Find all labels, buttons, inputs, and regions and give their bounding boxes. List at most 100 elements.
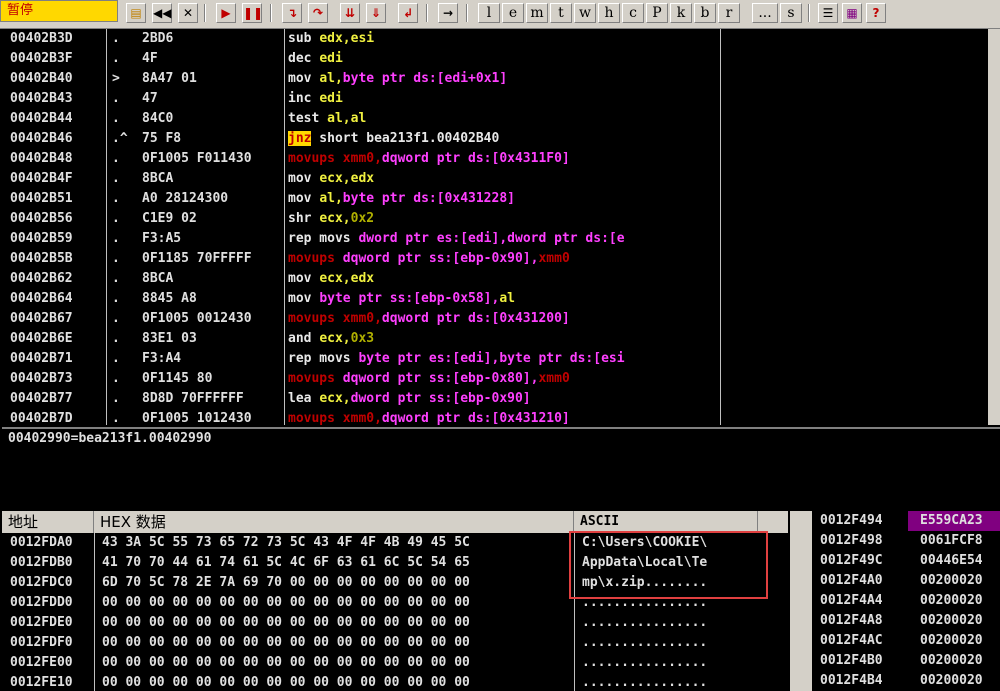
disasm-row[interactable]: 00402B3F. 4F dec edi xyxy=(2,49,987,69)
windows-button[interactable]: w xyxy=(574,3,596,23)
disasm-row[interactable]: 00402B64. 8845 A8 mov byte ptr ss:[ebp-0x5… xyxy=(2,289,987,309)
disasm-hex-bytes: 8BCA xyxy=(142,271,174,286)
disasm-row[interactable]: 00402B7D. 0F1005 1012430 movups xmm0,dqwor… xyxy=(2,409,987,425)
disasm-address: 00402B73 xyxy=(10,371,73,386)
instruction-token: mov xyxy=(288,71,320,86)
disasm-row[interactable]: 00402B73. 0F1145 80 movups dqword ptr ss:[… xyxy=(2,369,987,389)
stack-value: 0061FCF8 xyxy=(920,533,983,548)
breakpoints-button[interactable]: b xyxy=(694,3,716,23)
disasm-jump-marker: . xyxy=(112,211,120,226)
instruction-token: byte ptr ss:[ebp-0x58], xyxy=(319,291,500,306)
disasm-row[interactable]: 00402B67. 0F1005 0012430 movups xmm0,dqwor… xyxy=(2,309,987,329)
disasm-row[interactable]: 00402B62. 8BCA mov ecx,edx xyxy=(2,269,987,289)
stack-row[interactable]: 0012F4A4 00200020 xyxy=(812,591,1000,611)
call-stack-button[interactable]: k xyxy=(670,3,692,23)
disasm-hex-bytes: F3:A4 xyxy=(142,351,182,366)
memory-map-button[interactable]: m xyxy=(526,3,548,23)
dump-scrollbar[interactable] xyxy=(790,511,812,691)
toolbar-separator xyxy=(270,4,272,22)
disasm-row[interactable]: 00402B77. 8D8D 70FFFFFF lea ecx,dword ptr … xyxy=(2,389,987,409)
address-column-header[interactable]: 地址 xyxy=(2,511,94,533)
disasm-row[interactable]: 00402B40 >8A47 01 mov al,byte ptr ds:[edi+… xyxy=(2,69,987,89)
disasm-address: 00402B44 xyxy=(10,111,73,126)
dump-row[interactable]: 0012FDE0 00 00 00 00 00 00 00 00 00 00 00… xyxy=(2,613,788,633)
help-icon[interactable]: ? xyxy=(866,3,886,23)
disasm-row[interactable]: 00402B6E. 83E1 03 and ecx,0x3 xyxy=(2,329,987,349)
instruction-token: dqword ptr ds:[0x431210] xyxy=(381,411,570,425)
hex-column-header[interactable]: HEX 数据 xyxy=(94,511,574,533)
step-over-icon[interactable]: ↷ xyxy=(308,3,328,23)
disasm-row[interactable]: 00402B44. 84C0 test al,al xyxy=(2,109,987,129)
disasm-jump-marker: . xyxy=(112,271,120,286)
stack-row[interactable]: 0012F4B0 00200020 xyxy=(812,651,1000,671)
disasm-address: 00402B48 xyxy=(10,151,73,166)
disasm-jump-marker: .^ xyxy=(112,131,128,146)
stack-value: 00200020 xyxy=(920,573,983,588)
instruction-token: movups xyxy=(288,371,343,386)
list-icon[interactable]: ☰ xyxy=(818,3,838,23)
stack-row[interactable]: 0012F494 E559CA23 xyxy=(812,511,1000,531)
disasm-row[interactable]: 00402B56. C1E9 02 shr ecx,0x2 xyxy=(2,209,987,229)
stack-address: 0012F4B4 xyxy=(820,673,883,688)
stack-address: 0012F494 xyxy=(820,513,883,528)
pause-icon[interactable]: ❚❚ xyxy=(242,3,263,23)
disasm-instruction: dec edi xyxy=(288,49,720,69)
stack-row[interactable]: 0012F4B4 00200020 xyxy=(812,671,1000,691)
disasm-row[interactable]: 00402B71. F3:A4 rep movs byte ptr es:[edi]… xyxy=(2,349,987,369)
stack-value: 00446E54 xyxy=(920,553,983,568)
stack-value: 00200020 xyxy=(920,653,983,668)
trace-into-icon[interactable]: ⇊ xyxy=(340,3,360,23)
toolbar-separator xyxy=(426,4,428,22)
options-icon[interactable]: ▦ xyxy=(842,3,862,23)
rewind-icon[interactable]: ◀◀ xyxy=(152,3,172,23)
stack-row[interactable]: 0012F49C 00446E54 xyxy=(812,551,1000,571)
patches-button[interactable]: P xyxy=(646,3,668,23)
disassembly-scrollbar[interactable] xyxy=(988,29,1000,425)
executable-modules-button[interactable]: e xyxy=(502,3,524,23)
close-icon[interactable]: ✕ xyxy=(178,3,198,23)
disasm-row[interactable]: 00402B4F. 8BCA mov ecx,edx xyxy=(2,169,987,189)
instruction-token: test xyxy=(288,111,328,126)
open-file-icon[interactable]: ▤ xyxy=(126,3,146,23)
disasm-row[interactable]: 00402B43. 47 inc edi xyxy=(2,89,987,109)
disasm-row[interactable]: 00402B46 .^ 75 F8 jnz short bea213f1.00402B… xyxy=(2,129,987,149)
instruction-token: al,al xyxy=(327,111,367,126)
stack-row[interactable]: 0012F498 0061FCF8 xyxy=(812,531,1000,551)
ascii-column-header[interactable]: ASCII xyxy=(574,511,758,533)
disasm-instruction: and ecx,0x3 xyxy=(288,329,720,349)
disassembly-pane[interactable]: 00402B3D. 2BD6 sub edx,esi 00402B3F. 4F dec e… xyxy=(2,29,987,425)
disasm-row[interactable]: 00402B5B. 0F1185 70FFFFF movups dqword ptr… xyxy=(2,249,987,269)
stack-row[interactable]: 0012F4AC 00200020 xyxy=(812,631,1000,651)
trace-over-icon[interactable]: ⇓ xyxy=(366,3,386,23)
handles-button[interactable]: h xyxy=(598,3,620,23)
stack-row[interactable]: 0012F4A0 00200020 xyxy=(812,571,1000,591)
dump-hex-bytes: 00 00 00 00 00 00 00 00 00 00 00 00 00 0… xyxy=(102,595,470,610)
goto-icon[interactable]: → xyxy=(438,3,458,23)
dump-row[interactable]: 0012FE00 00 00 00 00 00 00 00 00 00 00 00… xyxy=(2,653,788,673)
dump-address: 0012FDE0 xyxy=(10,615,73,630)
threads-button[interactable]: t xyxy=(550,3,572,23)
instruction-token: al xyxy=(499,291,515,306)
stack-address: 0012F4A0 xyxy=(820,573,883,588)
dump-row[interactable]: 0012FE10 00 00 00 00 00 00 00 00 00 00 00… xyxy=(2,673,788,691)
disasm-row[interactable]: 00402B51. A0 28124300 mov al,byte ptr ds:[… xyxy=(2,189,987,209)
disasm-address: 00402B3F xyxy=(10,51,73,66)
stack-value: 00200020 xyxy=(920,633,983,648)
disasm-row[interactable]: 00402B59. F3:A5 rep movs dword ptr es:[edi… xyxy=(2,229,987,249)
disasm-hex-bytes: 8A47 01 xyxy=(142,71,197,86)
run-trace-button[interactable]: ... xyxy=(752,3,778,23)
dump-ascii: ................ xyxy=(582,635,708,650)
step-into-icon[interactable]: ↴ xyxy=(282,3,302,23)
execute-till-return-icon[interactable]: ↲ xyxy=(398,3,418,23)
disasm-row[interactable]: 00402B48. 0F1005 F011430 movups xmm0,dqwor… xyxy=(2,149,987,169)
run-icon[interactable]: ▶ xyxy=(216,3,236,23)
disasm-row[interactable]: 00402B3D. 2BD6 sub edx,esi xyxy=(2,29,987,49)
log-window-button[interactable]: l xyxy=(478,3,500,23)
stack-row[interactable]: 0012F4A8 00200020 xyxy=(812,611,1000,631)
references-button[interactable]: r xyxy=(718,3,740,23)
dump-hex-bytes: 43 3A 5C 55 73 65 72 73 5C 43 4F 4F 4B 4… xyxy=(102,535,470,550)
source-button[interactable]: s xyxy=(780,3,802,23)
stack-pane[interactable]: 0012F494 E559CA23 0012F498 0061FCF8 0012F49C… xyxy=(812,511,1000,691)
cpu-button[interactable]: c xyxy=(622,3,644,23)
dump-row[interactable]: 0012FDF0 00 00 00 00 00 00 00 00 00 00 00… xyxy=(2,633,788,653)
